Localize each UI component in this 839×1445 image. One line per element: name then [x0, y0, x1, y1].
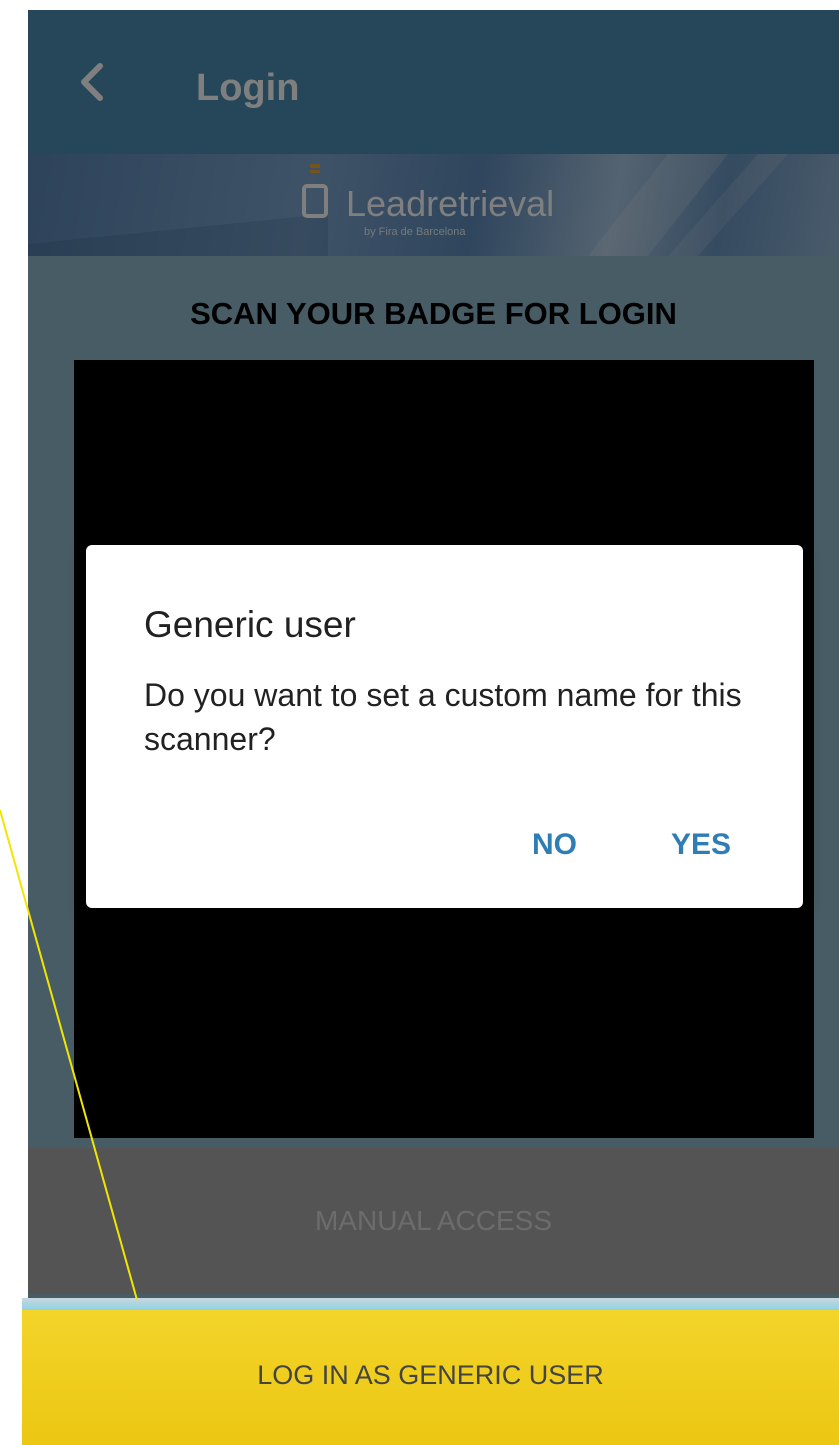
yes-button[interactable]: YES	[665, 823, 737, 867]
login-generic-user-label: LOG IN AS GENERIC USER	[257, 1360, 604, 1390]
generic-user-dialog: Generic user Do you want to set a custom…	[86, 545, 803, 908]
dialog-title: Generic user	[144, 604, 356, 645]
screenshot-stage: Login Leadretrieval by Fira de Barcelona…	[0, 0, 839, 1445]
no-button[interactable]: NO	[526, 823, 583, 867]
dialog-message: Do you want to set a custom name for thi…	[144, 677, 742, 757]
generic-login-top-edge	[22, 1298, 839, 1310]
login-generic-user-button[interactable]: LOG IN AS GENERIC USER	[22, 1310, 839, 1445]
generic-login-area: LOG IN AS GENERIC USER	[22, 1298, 839, 1445]
phone-screen: Login Leadretrieval by Fira de Barcelona…	[28, 10, 839, 1445]
